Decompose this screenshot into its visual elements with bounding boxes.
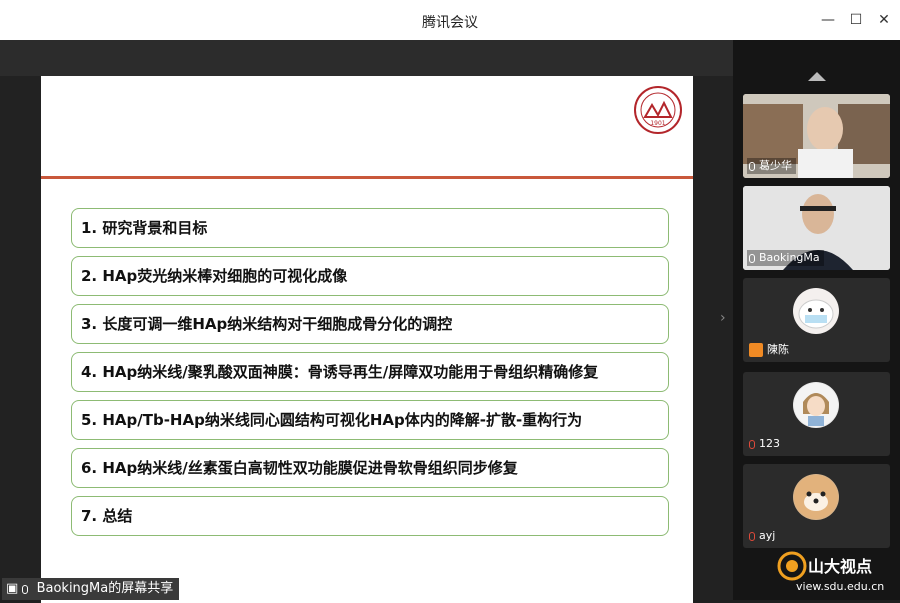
outline-item-2: 2. HAp荧光纳米棒对细胞的可视化成像 <box>71 256 669 296</box>
title-divider-line <box>41 176 693 179</box>
participant-name: 葛少华 <box>759 159 792 172</box>
presentation-slide: 1901 1. 研究背景和目标 2. HAp荧光纳米棒对细胞的可视化成像 3. … <box>41 76 693 603</box>
watermark-url: view.sdu.edu.cn <box>796 580 884 593</box>
microphone-icon <box>22 584 29 594</box>
participant-tile-3[interactable]: 陳陈 <box>743 278 890 362</box>
outline-item-5: 5. HAp/Tb-HAp纳米线同心圆结构可视化HAp体内的降解-扩散-重构行为 <box>71 400 669 440</box>
title-bar: 腾讯会议 — ☐ ✕ <box>0 0 900 40</box>
muted-microphone-icon <box>749 531 755 541</box>
participant-name: 123 <box>759 437 780 450</box>
participant-tile-1[interactable]: 葛少华 <box>743 94 890 178</box>
shared-screen: 1901 1. 研究背景和目标 2. HAp荧光纳米棒对细胞的可视化成像 3. … <box>0 40 733 603</box>
microphone-icon <box>749 253 755 263</box>
anime-avatar-icon <box>794 383 838 427</box>
participant-name-tag: 陳陈 <box>747 342 793 358</box>
participant-avatar <box>793 382 839 428</box>
screen-share-label: BaokingMa的屏幕共享 <box>36 581 174 596</box>
close-button[interactable]: ✕ <box>876 12 892 28</box>
participant-name-tag: BaokingMa <box>747 250 824 266</box>
participant-name: ayj <box>759 529 776 542</box>
muted-microphone-icon <box>749 439 755 449</box>
dog-avatar-icon <box>794 475 838 519</box>
outline-item-4: 4. HAp纳米线/聚乳酸双面神膜：骨诱导再生/屏障双功能用于骨组织精确修复 <box>71 352 669 392</box>
university-logo: 1901 <box>634 86 682 134</box>
collapse-panel-chevron-icon[interactable]: › <box>720 310 732 330</box>
participant-tile-5[interactable]: ayj <box>743 464 890 548</box>
participant-name: BaokingMa <box>759 251 820 264</box>
outline-item-3: 3. 长度可调一维HAp纳米结构对干细胞成骨分化的调控 <box>71 304 669 344</box>
participant-name: 陳陈 <box>767 343 789 356</box>
scroll-up-arrow-icon[interactable] <box>808 72 826 81</box>
watermark-brand: 山大视点 <box>808 557 872 576</box>
microphone-icon <box>749 161 755 171</box>
participant-tile-2[interactable]: BaokingMa <box>743 186 890 270</box>
window-title: 腾讯会议 <box>422 15 478 31</box>
participant-name-tag: 123 <box>747 436 784 452</box>
shared-screen-top-bar <box>0 40 733 76</box>
sdu-view-logo: 山大视点 view.sdu.edu.cn <box>777 551 884 593</box>
watermark-logo: 山大视点 view.sdu.edu.cn <box>774 544 894 594</box>
minimize-button[interactable]: — <box>820 12 836 28</box>
share-screen-icon: ▣ <box>6 581 19 596</box>
outline-item-7: 7. 总结 <box>71 496 669 536</box>
host-icon <box>749 343 763 357</box>
outline-item-1: 1. 研究背景和目标 <box>71 208 669 248</box>
maximize-button[interactable]: ☐ <box>848 12 864 28</box>
participant-name-tag: 葛少华 <box>747 158 796 174</box>
participant-avatar <box>793 474 839 520</box>
participant-tile-4[interactable]: 123 <box>743 372 890 456</box>
outline-item-6: 6. HAp纳米线/丝素蛋白高韧性双功能膜促进骨软骨组织同步修复 <box>71 448 669 488</box>
participant-avatar <box>793 288 839 334</box>
screen-share-indicator[interactable]: ▣ BaokingMa的屏幕共享 <box>2 578 180 600</box>
logo-year: 1901 <box>650 120 665 127</box>
participant-name-tag: ayj <box>747 528 779 544</box>
cartoon-avatar-icon <box>798 299 834 329</box>
